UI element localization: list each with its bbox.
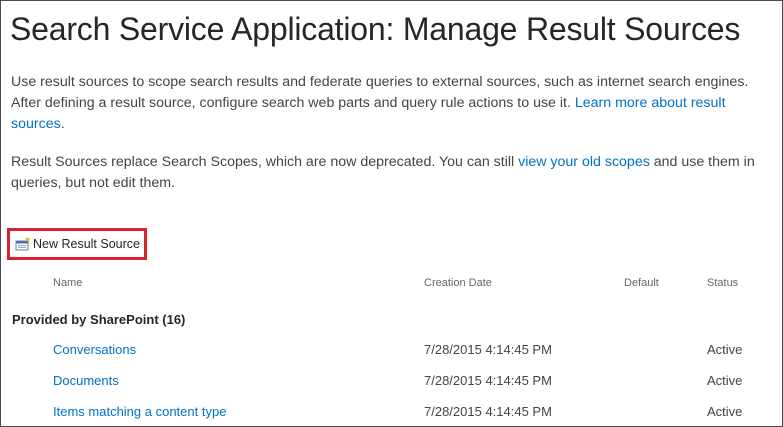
result-source-link[interactable]: Documents (53, 373, 119, 388)
column-header-creation-date[interactable]: Creation Date (424, 277, 492, 289)
group-header-provided-by-sharepoint[interactable]: Provided by SharePoint (16) (12, 312, 185, 327)
status-cell: Active (707, 342, 743, 357)
page-frame: Search Service Application: Manage Resul… (0, 0, 783, 427)
creation-date-cell: 7/28/2015 4:14:45 PM (424, 373, 552, 388)
column-header-name[interactable]: Name (53, 277, 82, 289)
status-cell: Active (707, 404, 743, 419)
description-paragraph-1: Use result sources to scope search resul… (11, 72, 763, 135)
new-result-source-label: New Result Source (33, 237, 140, 251)
view-old-scopes-link[interactable]: view your old scopes (518, 154, 650, 170)
table-row: Documents 7/28/2015 4:14:45 PM Active (1, 373, 782, 404)
new-result-source-button[interactable]: New Result Source (7, 228, 147, 260)
table-row: Items matching a content type 7/28/2015 … (1, 404, 782, 426)
creation-date-cell: 7/28/2015 4:14:45 PM (424, 404, 552, 419)
description-text-2: Result Sources replace Search Scopes, wh… (11, 154, 519, 170)
table-row: Conversations 7/28/2015 4:14:45 PM Activ… (1, 342, 782, 373)
description-paragraph-2: Result Sources replace Search Scopes, wh… (11, 152, 763, 194)
creation-date-cell: 7/28/2015 4:14:45 PM (424, 342, 552, 357)
status-cell: Active (707, 373, 743, 388)
description-end-1: . (60, 116, 65, 132)
new-item-icon (15, 236, 31, 252)
result-source-link[interactable]: Items matching a content type (53, 404, 226, 419)
page-title: Search Service Application: Manage Resul… (10, 11, 741, 47)
column-header-default[interactable]: Default (624, 277, 659, 289)
result-source-link[interactable]: Conversations (53, 342, 136, 357)
column-header-status[interactable]: Status (707, 277, 738, 289)
